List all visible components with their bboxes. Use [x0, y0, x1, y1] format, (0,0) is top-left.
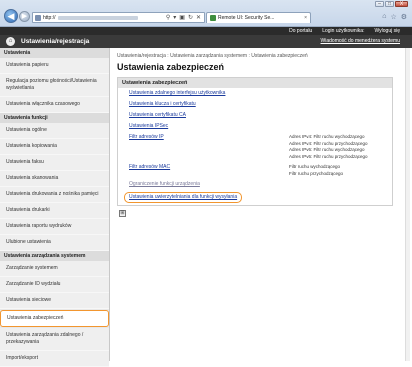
home-icon[interactable]: ⌂	[382, 13, 386, 21]
back-arrow-icon[interactable]: ◀	[4, 9, 18, 23]
mail-admin-link[interactable]: Wiadomość do menedżera systemu	[321, 38, 400, 44]
sidebar-item[interactable]: Ustawienia kopiowania	[0, 139, 109, 155]
settings-row: Filtr adresów IP Adres IPv4: Filtr ruchu …	[118, 132, 392, 162]
page-icon[interactable]: ⊞	[119, 210, 126, 217]
description-line: Filtr ruchu przychodzącego	[289, 170, 344, 176]
portal-link[interactable]: Do portalu	[289, 28, 312, 34]
breadcrumb: Ustawienia/rejestracja : Ustawienia zarz…	[117, 53, 308, 59]
browser-window: – □ X ◀ ▶ http:// ⚲ ▾ ▣ ↻ ✕ Remote UI: S…	[0, 0, 412, 367]
sidebar-item[interactable]: Ustawienia ogólne	[0, 123, 109, 139]
refresh-icon[interactable]: ↻	[188, 14, 193, 21]
settings-link[interactable]: Ustawienia IPSec	[129, 123, 168, 129]
sidebar: Ustawienia Ustawienia papieru Regulacja po…	[0, 48, 110, 367]
address-url: http://	[43, 14, 56, 21]
sidebar-item[interactable]: Ustawienia skanowania	[0, 171, 109, 187]
settings-row: Ustawienia uwierzytelniania dla funkcji …	[118, 190, 392, 205]
page-header: ⌂ Ustawienia/rejestracja Wiadomość do me…	[0, 35, 412, 48]
settings-link[interactable]: Ustawienia certyfikatu CA	[129, 112, 186, 118]
close-window-button[interactable]: X	[395, 1, 408, 7]
sidebar-item[interactable]: Ustawienia włącznika czasowego	[0, 97, 109, 113]
link-description: Adres IPv4: Filtr ruchu wychodzącego Adre…	[289, 134, 368, 160]
description-line: Adres IPv6: Filtr ruchu wychodzącego	[289, 147, 365, 152]
top-strip: Do portalu Login użytkownika: Wyloguj si…	[0, 27, 412, 35]
sidebar-item[interactable]: Zarządzanie systemem	[0, 261, 109, 277]
address-actions: ⚲ ▾ ▣ ↻ ✕	[166, 14, 204, 21]
favorites-star-icon[interactable]: ☆	[390, 13, 396, 21]
sidebar-item[interactable]: Ustawienia faksu	[0, 155, 109, 171]
lock-icon[interactable]: ▣	[179, 14, 185, 21]
window-controls: – □ X	[375, 1, 408, 7]
toolbar-icons: ⌂ ☆ ⚙	[382, 13, 407, 21]
tab-title: Remote UI: Security Se...	[218, 15, 275, 21]
settings-row: Ustawienia IPSec	[118, 121, 392, 132]
box-title: Ustawienia zabezpieczeń	[118, 78, 392, 88]
page-title: Ustawienia zabezpieczeń	[117, 62, 225, 72]
tab-close-icon[interactable]: ×	[304, 15, 310, 21]
settings-link[interactable]: Ograniczenie funkcji urządzenia	[129, 181, 200, 187]
sidebar-section-title: Ustawienia	[0, 48, 109, 58]
sidebar-section-title: Ustawienia zarządzania systemem	[0, 251, 109, 261]
forward-arrow-icon[interactable]: ▶	[19, 11, 30, 22]
description-line: Filtr ruchu wychodzącego	[289, 164, 341, 169]
tab-favicon-icon	[210, 15, 216, 21]
description-line: Adres IPv4: Filtr ruchu wychodzącego	[289, 134, 365, 139]
stop-icon[interactable]: ✕	[196, 14, 201, 21]
sidebar-item[interactable]: Ustawienia drukarki	[0, 203, 109, 219]
address-redacted	[57, 15, 138, 20]
description-line: Adres IPv6: Filtr ruchu przychodzącego	[289, 153, 368, 159]
settings-link[interactable]: Ustawienia klucza i certyfikatu	[129, 101, 196, 107]
sidebar-item[interactable]: Ulubione ustawienia	[0, 235, 109, 251]
settings-link[interactable]: Filtr adresów MAC	[129, 164, 170, 170]
settings-links: Ustawienia zdalnego interfejsu użytkowni…	[118, 88, 392, 205]
header-title: Ustawienia/rejestracja	[21, 38, 90, 45]
sidebar-item[interactable]: Regulacja poziomu głośności/Ustawienia w…	[0, 74, 109, 97]
settings-row: Ustawienia zdalnego interfejsu użytkowni…	[118, 88, 392, 99]
sidebar-item[interactable]: Ustawienia zarządzania zdalnego / przeka…	[0, 328, 109, 351]
settings-row: Ograniczenie funkcji urządzenia	[118, 179, 392, 190]
sidebar-item[interactable]: Ustawienia sieciowe	[0, 293, 109, 309]
link-description: Filtr ruchu wychodzącego Filtr ruchu przy…	[289, 164, 343, 177]
vertical-scrollbar[interactable]	[405, 48, 410, 361]
sidebar-item[interactable]: Ustawienia zabezpieczeń	[0, 310, 109, 327]
main-content: Ustawienia/rejestracja : Ustawienia zarz…	[117, 48, 407, 361]
settings-row: Ustawienia klucza i certyfikatu	[118, 99, 392, 110]
sidebar-item[interactable]: Import/eksport	[0, 351, 109, 367]
browser-chrome: – □ X ◀ ▶ http:// ⚲ ▾ ▣ ↻ ✕ Remote UI: S…	[0, 0, 412, 27]
maximize-button[interactable]: □	[385, 1, 394, 7]
settings-link[interactable]: Ustawienia uwierzytelniania dla funkcji …	[124, 192, 243, 203]
sidebar-item[interactable]: Zarządzanie ID wydziału	[0, 277, 109, 293]
login-info: Login użytkownika:	[322, 28, 365, 34]
home-icon[interactable]: ⌂	[6, 37, 15, 46]
security-settings-box: Ustawienia zabezpieczeń Ustawienia zdaln…	[117, 77, 393, 206]
search-icon[interactable]: ⚲	[166, 14, 170, 21]
settings-link[interactable]: Filtr adresów IP	[129, 134, 164, 140]
browser-tab[interactable]: Remote UI: Security Se... ×	[206, 12, 311, 23]
sidebar-item[interactable]: Ustawienia papieru	[0, 58, 109, 74]
dropdown-icon[interactable]: ▾	[173, 14, 176, 21]
minimize-button[interactable]: –	[375, 1, 384, 7]
sidebar-item[interactable]: Ustawienia raportu wydruków	[0, 219, 109, 235]
page-favicon-icon	[35, 14, 41, 21]
gear-icon[interactable]: ⚙	[401, 13, 407, 21]
address-bar[interactable]: http:// ⚲ ▾ ▣ ↻ ✕	[32, 12, 205, 23]
settings-row: Filtr adresów MAC Filtr ruchu wychodząceg…	[118, 162, 392, 179]
settings-row: Ustawienia certyfikatu CA	[118, 110, 392, 121]
sidebar-section-title: Ustawienia funkcji	[0, 113, 109, 123]
sidebar-item[interactable]: Ustawienia drukowania z nośnika pamięci	[0, 187, 109, 203]
logout-link[interactable]: Wyloguj się	[374, 28, 400, 34]
settings-link[interactable]: Ustawienia zdalnego interfejsu użytkowni…	[129, 90, 225, 96]
